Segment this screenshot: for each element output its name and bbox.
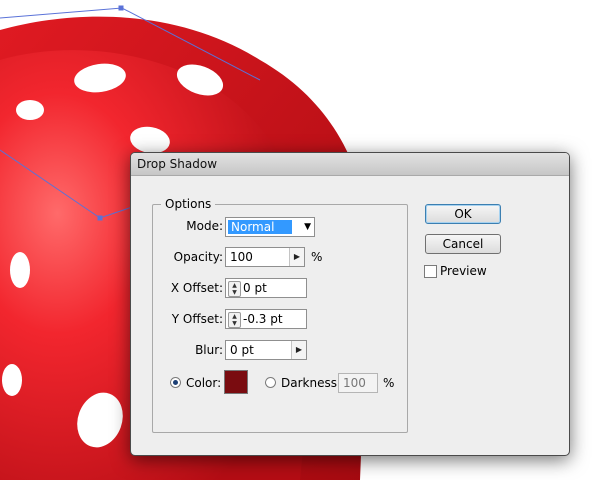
blur-field[interactable]: 0 pt ▶ <box>225 340 307 360</box>
ok-button[interactable]: OK <box>425 204 501 224</box>
dialog-titlebar[interactable]: Drop Shadow <box>131 153 569 176</box>
chevron-down-icon[interactable]: ▼ <box>304 219 311 235</box>
dialog-title: Drop Shadow <box>137 157 218 171</box>
stepper-icon[interactable]: ▲ ▼ <box>228 281 241 297</box>
options-legend: Options <box>161 197 216 211</box>
darkness-unit: % <box>383 376 395 390</box>
chevron-right-icon[interactable]: ▶ <box>289 248 304 266</box>
x-offset-value: 0 pt <box>243 281 267 295</box>
mode-label: Mode: <box>186 219 223 233</box>
darkness-field[interactable]: 100 <box>338 373 378 393</box>
opacity-value: 100 <box>230 250 253 264</box>
preview-checkbox[interactable] <box>424 265 437 278</box>
preview-label: Preview <box>440 264 487 278</box>
opacity-label: Opacity: <box>173 250 223 264</box>
y-offset-label: Y Offset: <box>171 312 223 326</box>
mode-value: Normal <box>228 220 292 234</box>
darkness-value: 100 <box>343 376 366 390</box>
darkness-radio[interactable] <box>265 377 276 388</box>
color-swatch[interactable] <box>224 370 248 394</box>
opacity-field[interactable]: 100 ▶ <box>225 247 305 267</box>
x-offset-label: X Offset: <box>170 281 223 295</box>
stepper-icon[interactable]: ▲ ▼ <box>228 312 241 328</box>
mode-dropdown[interactable]: Normal ▼ <box>225 217 315 237</box>
y-offset-value: -0.3 pt <box>243 312 283 326</box>
blur-value: 0 pt <box>230 343 254 357</box>
y-offset-field[interactable]: ▲ ▼ -0.3 pt <box>225 309 307 329</box>
x-offset-field[interactable]: ▲ ▼ 0 pt <box>225 278 307 298</box>
opacity-unit: % <box>311 250 323 264</box>
color-radio[interactable] <box>170 377 181 388</box>
chevron-right-icon[interactable]: ▶ <box>291 341 306 359</box>
color-label: Color: <box>186 376 222 390</box>
blur-label: Blur: <box>195 343 223 357</box>
darkness-label: Darkness: <box>281 376 342 390</box>
drop-shadow-dialog: Drop Shadow Options Mode: Normal ▼ Opaci… <box>130 152 570 456</box>
cancel-button[interactable]: Cancel <box>425 234 501 254</box>
